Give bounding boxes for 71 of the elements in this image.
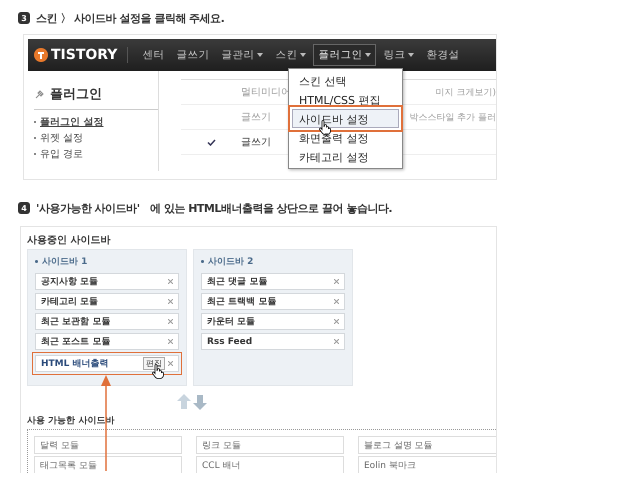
step-instruction: '사용가능한 사이드바' 에 있는 HTML배너출력을 상단으로 끌어 놓습니다. bbox=[36, 200, 392, 216]
table-cell-text: 글쓰기 bbox=[241, 111, 271, 124]
module-label: Rss Feed bbox=[207, 336, 252, 346]
sidebar-link[interactable]: 위젯 설정 bbox=[34, 130, 158, 146]
close-icon bbox=[334, 339, 339, 344]
logo-icon bbox=[34, 48, 48, 62]
remove-button[interactable] bbox=[331, 297, 339, 306]
nav-menu-item[interactable]: 글관리 bbox=[216, 44, 268, 66]
remove-button[interactable] bbox=[165, 337, 173, 346]
step-number: 4 bbox=[18, 202, 30, 214]
remove-button[interactable] bbox=[331, 317, 339, 326]
close-icon bbox=[334, 299, 339, 304]
dropdown-menu-item[interactable]: 화면출력 설정 bbox=[292, 128, 399, 147]
module-label: HTML 배너출력 bbox=[41, 358, 108, 370]
dropdown-menu-item[interactable]: 카테고리 설정 bbox=[292, 147, 399, 166]
available-module[interactable]: CCL 배너 bbox=[196, 456, 344, 473]
module-label: 최근 댓글 모듈 bbox=[207, 276, 268, 288]
close-icon bbox=[334, 279, 339, 284]
close-icon bbox=[168, 339, 173, 344]
close-icon bbox=[334, 319, 339, 324]
available-module[interactable]: 달력 모듈 bbox=[34, 436, 182, 454]
module-label: 카운터 모듈 bbox=[207, 316, 256, 328]
nav-menu-item[interactable]: 플러그인 bbox=[313, 44, 376, 66]
nav-menu-item[interactable]: 링크 bbox=[378, 44, 420, 66]
table-cell-text: 박스스타일 추가 플러 bbox=[409, 112, 496, 124]
sidebar-module[interactable]: 공지사항 모듈 bbox=[35, 273, 179, 290]
sidebar-link[interactable]: 유입 경로 bbox=[34, 146, 158, 162]
remove-button[interactable] bbox=[165, 297, 173, 306]
available-module[interactable]: Eolin 북마크 bbox=[358, 456, 496, 473]
plug-icon bbox=[34, 88, 46, 100]
table-cell-text: 미지 크게보기) bbox=[436, 86, 496, 98]
up-down-arrows-icon bbox=[176, 394, 208, 410]
module-label: 카테고리 모듈 bbox=[41, 296, 98, 308]
available-module[interactable]: 링크 모듈 bbox=[196, 436, 344, 454]
module-label: 최근 보관함 모듈 bbox=[41, 316, 110, 328]
sidebar-title: 플러그인 bbox=[50, 86, 102, 103]
nav-menu-item[interactable]: 센터 bbox=[137, 44, 170, 66]
sidebar-module[interactable]: Rss Feed bbox=[201, 333, 345, 350]
sidebar-link[interactable]: 플러그인 설정 bbox=[34, 114, 158, 130]
nav-menu-item[interactable]: 스킨 bbox=[270, 44, 312, 66]
sidebar-module[interactable]: 최근 트랙백 모듈 bbox=[201, 293, 345, 310]
module-label: 최근 포스트 모듈 bbox=[41, 336, 110, 348]
close-icon bbox=[168, 279, 173, 284]
sidebar-module[interactable]: 최근 포스트 모듈 bbox=[35, 333, 179, 350]
close-icon bbox=[168, 361, 173, 366]
module-label: 공지사항 모듈 bbox=[41, 276, 98, 288]
module-label: 최근 트랙백 모듈 bbox=[207, 296, 276, 308]
nav-menu-item[interactable]: 글쓰기 bbox=[171, 44, 214, 66]
available-module[interactable]: 블로그 설명 모듈 bbox=[358, 436, 496, 454]
sidebar-module[interactable]: 카운터 모듈 bbox=[201, 313, 345, 330]
remove-button[interactable] bbox=[331, 277, 339, 286]
sidebar-module[interactable]: 최근 댓글 모듈 bbox=[201, 273, 345, 290]
sidebar-module[interactable]: 카테고리 모듈 bbox=[35, 293, 179, 310]
remove-button[interactable] bbox=[165, 359, 173, 368]
close-icon bbox=[168, 299, 173, 304]
available-module[interactable]: 태그목록 모듈 bbox=[34, 456, 182, 473]
remove-button[interactable] bbox=[165, 317, 173, 326]
remove-button[interactable] bbox=[331, 337, 339, 346]
step-number: 3 bbox=[18, 12, 30, 24]
step-instruction: 스킨 〉 사이드바 설정을 클릭해 주세요. bbox=[36, 10, 224, 26]
dropdown-menu-item[interactable]: 스킨 선택 bbox=[292, 71, 399, 90]
close-icon bbox=[168, 319, 173, 324]
nav-menu-item[interactable]: 환경설 bbox=[421, 44, 464, 66]
column-title: 사이드바 2 bbox=[201, 255, 345, 268]
section-title: 사용중인 사이드바 bbox=[27, 234, 112, 247]
check-icon bbox=[206, 138, 216, 146]
column-title: 사이드바 1 bbox=[35, 255, 179, 268]
table-cell-text: 글쓰기 bbox=[241, 136, 271, 149]
remove-button[interactable] bbox=[165, 277, 173, 286]
sidebar-module[interactable]: 최근 보관함 모듈 bbox=[35, 313, 179, 330]
logo-text: TISTORY bbox=[51, 47, 118, 63]
